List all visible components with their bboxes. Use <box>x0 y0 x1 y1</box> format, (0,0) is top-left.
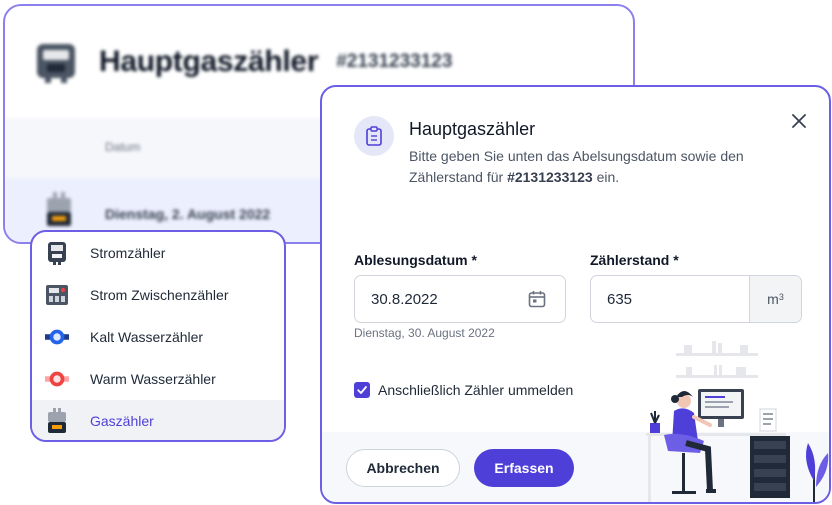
reading-value: 635 <box>607 290 633 308</box>
unit-addon: m3 <box>749 276 801 322</box>
reassign-meter-label: Anschließlich Zähler ummelden <box>378 382 574 398</box>
electric-meter-icon <box>45 241 69 265</box>
clipboard-icon <box>354 116 394 156</box>
meter-reading-input[interactable]: 635 m3 <box>590 275 802 323</box>
dialog-description: Bitte geben Sie unten das Abelsungsdatum… <box>409 146 789 188</box>
column-label-date: Datum <box>105 140 141 154</box>
date-hint: Dienstag, 30. August 2022 <box>354 326 495 340</box>
calendar-icon[interactable] <box>527 289 547 314</box>
reassign-meter-checkbox-row[interactable]: Anschließlich Zähler ummelden <box>354 382 573 398</box>
gas-meter-icon <box>47 192 71 226</box>
menu-item-strom-zwischenzaehler[interactable]: Strom Zwischenzähler <box>32 274 284 316</box>
gas-meter-icon <box>45 408 69 433</box>
date-value: 30.8.2022 <box>371 290 438 308</box>
menu-item-label: Gaszähler <box>90 413 154 429</box>
reassign-meter-checkbox[interactable] <box>354 382 370 398</box>
dialog-title: Hauptgaszähler <box>409 119 536 139</box>
date-field-label: Ablesungsdatum * <box>354 252 477 268</box>
submit-button[interactable]: Erfassen <box>474 449 574 487</box>
menu-item-kalt-wasserzaehler[interactable]: Kalt Wasserzähler <box>32 316 284 358</box>
gas-meter-icon <box>37 44 75 83</box>
description-meter-id: #2131233123 <box>507 169 593 185</box>
description-text-end: ein. <box>592 169 620 185</box>
cold-water-meter-icon <box>45 325 69 349</box>
menu-item-label: Warm Wasserzähler <box>90 371 216 387</box>
close-icon[interactable] <box>789 111 809 131</box>
menu-item-label: Stromzähler <box>90 245 166 261</box>
cancel-button[interactable]: Abbrechen <box>346 449 460 487</box>
background-card-header: Hauptgaszähler #2131233123 <box>35 40 452 84</box>
unit-exponent: 3 <box>778 292 784 302</box>
meter-type-menu: Stromzähler Strom Zwischenzähler Kalt Wa… <box>30 230 286 442</box>
warm-water-meter-icon <box>45 367 69 391</box>
menu-item-label: Strom Zwischenzähler <box>90 287 229 303</box>
background-row-date: Dienstag, 2. August 2022 <box>105 206 271 222</box>
shelf-decoration <box>676 341 758 378</box>
reading-field-label: Zählerstand * <box>590 252 679 268</box>
meter-reading-dialog: Hauptgaszähler Bitte geben Sie unten das… <box>320 85 831 504</box>
reading-date-input[interactable]: 30.8.2022 <box>354 275 566 323</box>
menu-item-stromzaehler[interactable]: Stromzähler <box>32 232 284 274</box>
menu-item-label: Kalt Wasserzähler <box>90 329 204 345</box>
unit-base: m <box>767 291 779 307</box>
office-illustration <box>646 341 829 502</box>
background-card-meter-id: #2131233123 <box>336 51 453 72</box>
menu-item-gaszaehler[interactable]: Gaszähler <box>32 400 284 440</box>
background-card-title: Hauptgaszähler <box>99 45 319 78</box>
intermediate-electric-meter-icon <box>45 283 69 307</box>
menu-item-warm-wasserzaehler[interactable]: Warm Wasserzähler <box>32 358 284 400</box>
